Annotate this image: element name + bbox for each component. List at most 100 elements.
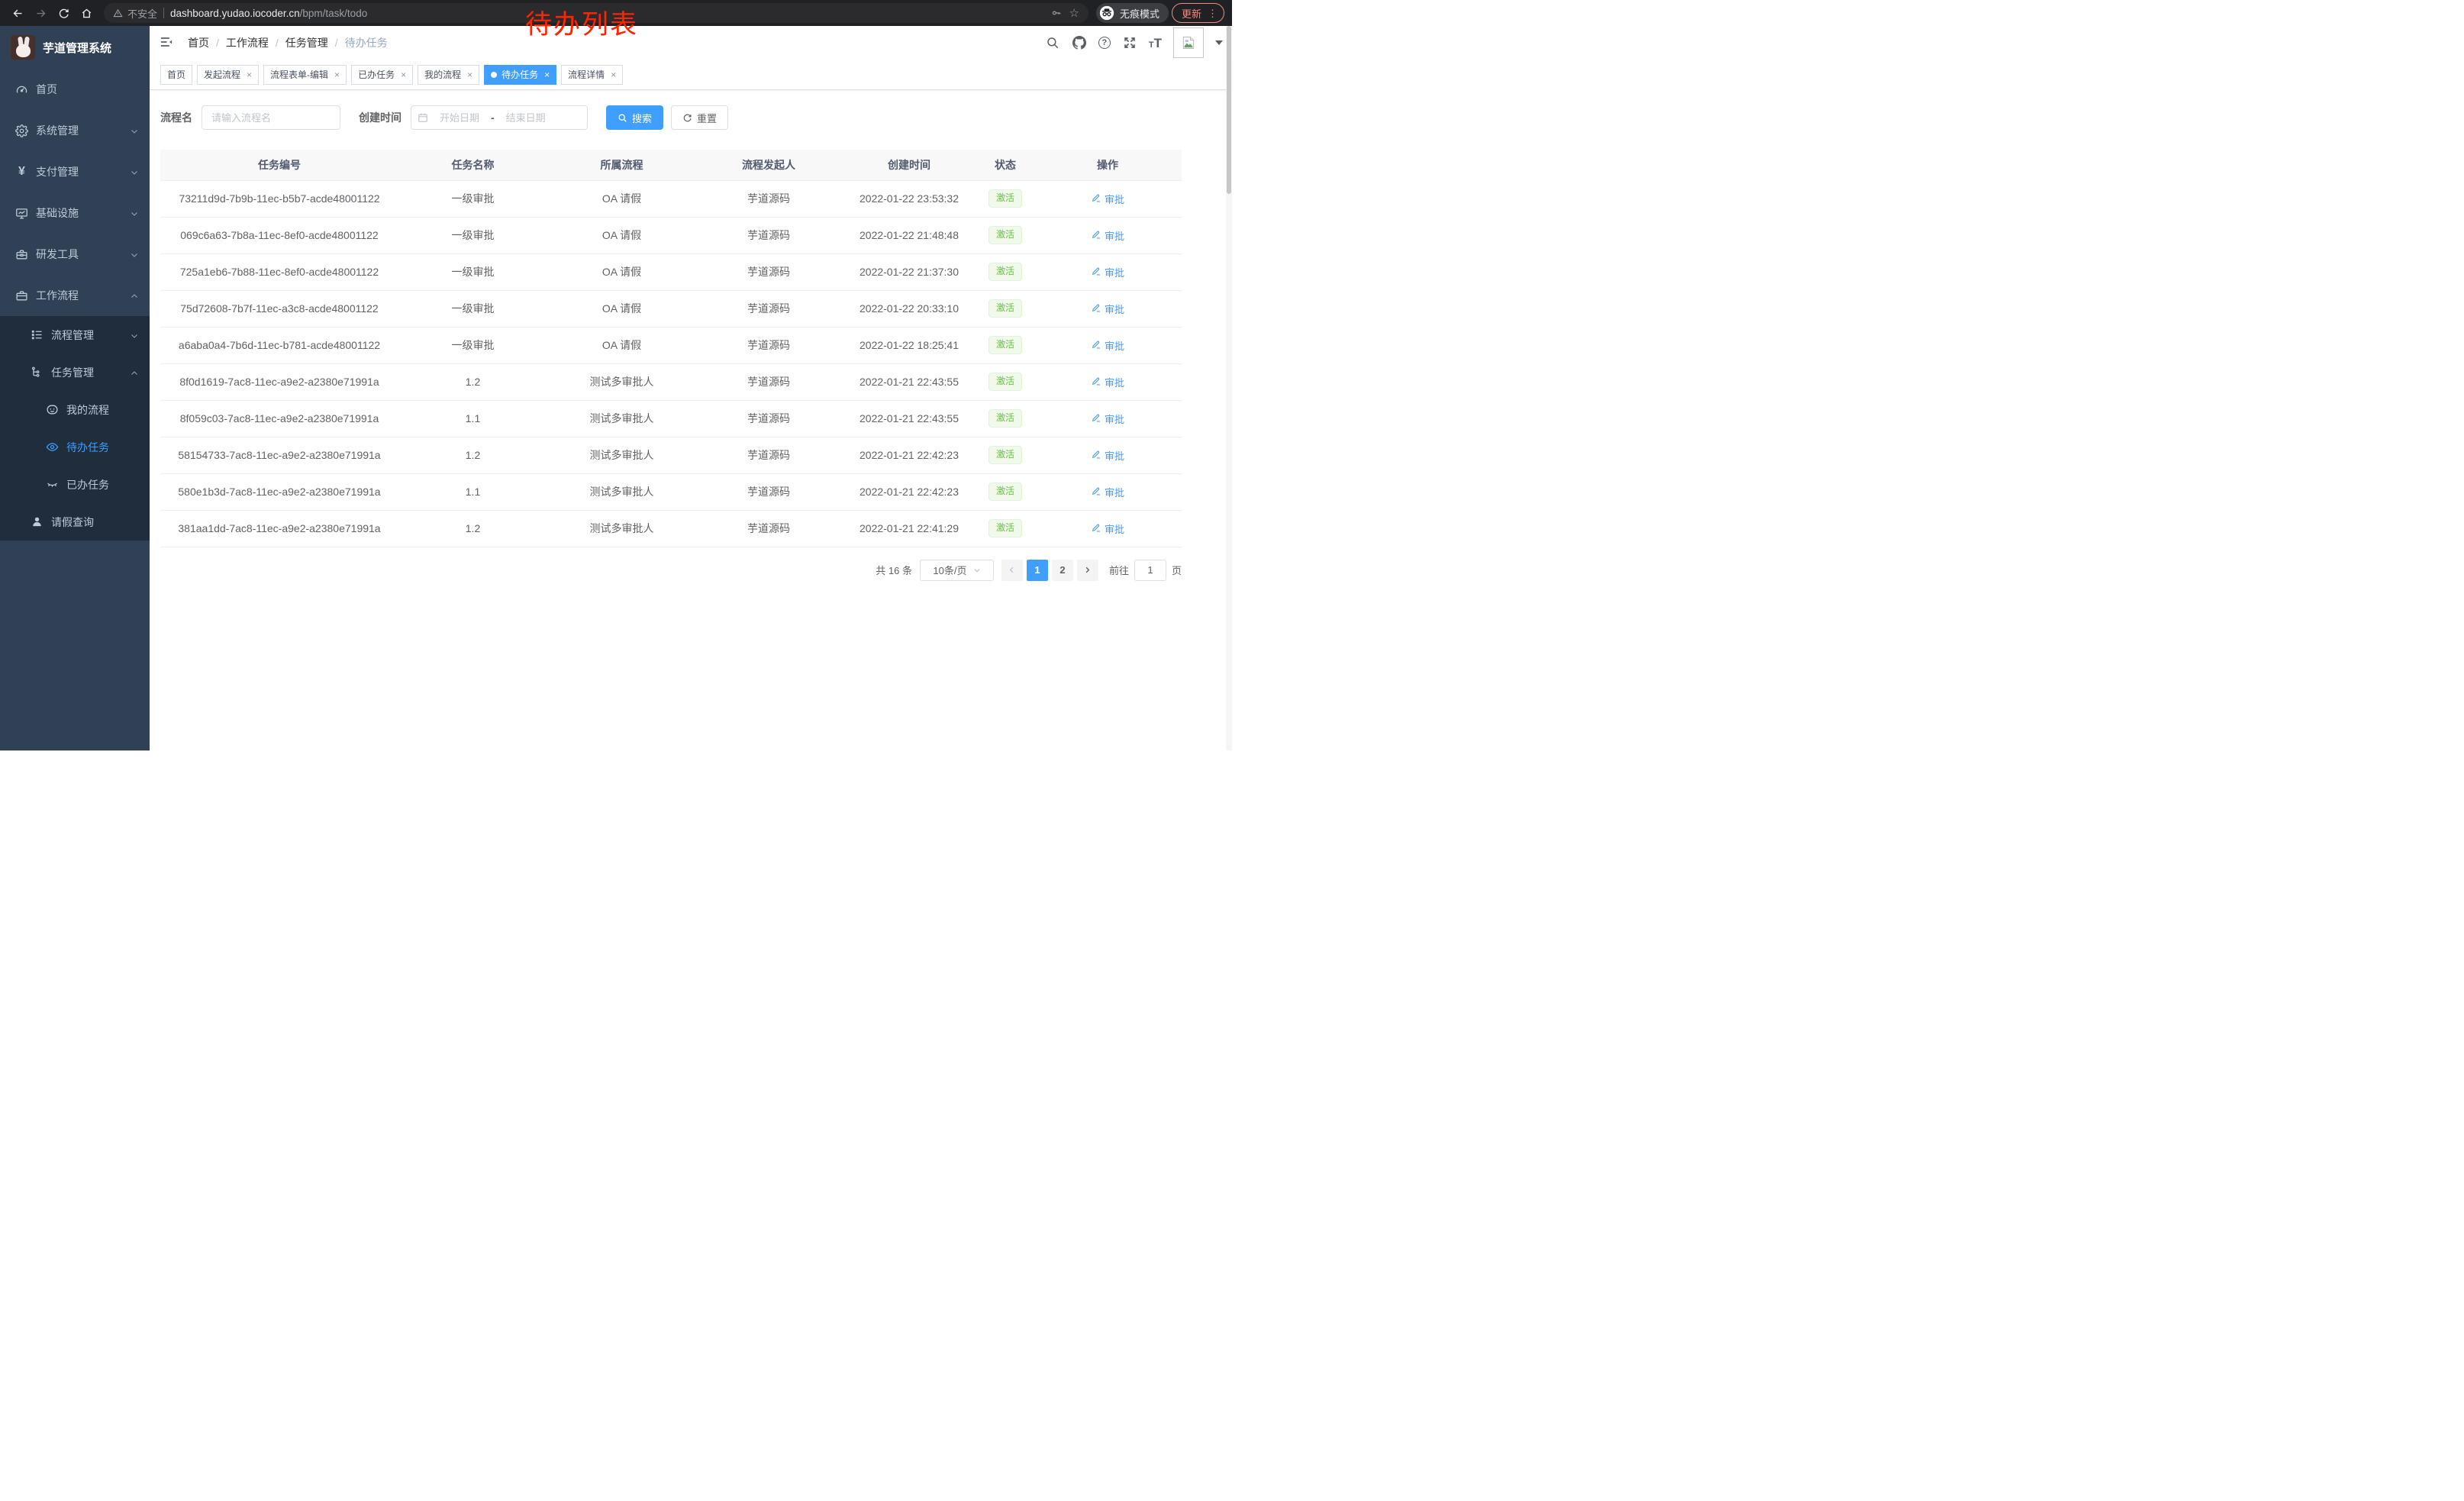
reset-button[interactable]: 重置 xyxy=(671,105,728,130)
chevron-down-icon xyxy=(130,250,139,259)
sidebar-item-infra[interactable]: 基础设施 xyxy=(0,192,150,234)
tab-todo-tasks[interactable]: 待办任务 × xyxy=(484,65,556,85)
action-cell: 审批 xyxy=(1034,473,1182,510)
status-badge: 激活 xyxy=(989,483,1022,501)
breadcrumb-item[interactable]: 工作流程 xyxy=(226,35,269,50)
approve-link[interactable]: 审批 xyxy=(1091,228,1124,243)
close-tab-icon[interactable]: × xyxy=(544,69,550,80)
tab-home[interactable]: 首页 xyxy=(160,65,192,85)
action-cell: 审批 xyxy=(1034,400,1182,437)
search-icon[interactable] xyxy=(1045,35,1060,50)
sidebar-item-done-tasks[interactable]: 已办任务 xyxy=(0,466,150,503)
help-icon[interactable]: ? xyxy=(1098,37,1111,49)
approve-link[interactable]: 审批 xyxy=(1091,375,1124,389)
sidebar-item-devtools[interactable]: 研发工具 xyxy=(0,234,150,275)
approve-link[interactable]: 审批 xyxy=(1091,412,1124,426)
page-scrollbar[interactable] xyxy=(1226,26,1232,750)
approve-link[interactable]: 审批 xyxy=(1091,521,1124,536)
breadcrumb-item[interactable]: 首页 xyxy=(188,35,209,50)
page-button-1[interactable]: 1 xyxy=(1027,560,1048,581)
sidebar-item-task-mgmt[interactable]: 任务管理 xyxy=(0,353,150,391)
page-size-select[interactable]: 10条/页 xyxy=(920,560,994,581)
sidebar-item-system[interactable]: 系统管理 xyxy=(0,110,150,151)
header-actions: ? TT xyxy=(1045,27,1223,58)
approve-link-label: 审批 xyxy=(1105,228,1124,243)
incognito-label: 无痕模式 xyxy=(1120,6,1159,21)
incognito-badge: 无痕模式 xyxy=(1096,3,1169,23)
table-row: 725a1eb6-7b88-11ec-8ef0-acde48001122一级审批… xyxy=(160,253,1182,290)
approve-link[interactable]: 审批 xyxy=(1091,192,1124,206)
end-date-input[interactable] xyxy=(499,112,553,124)
task-id-cell: 8f0d1619-7ac8-11ec-a9e2-a2380e71991a xyxy=(160,363,398,400)
page-button-2[interactable]: 2 xyxy=(1052,560,1073,581)
sidebar-item-payment[interactable]: ¥支付管理 xyxy=(0,151,150,192)
app-title: 芋道管理系统 xyxy=(43,40,111,56)
range-separator: - xyxy=(491,111,495,124)
back-icon[interactable] xyxy=(8,3,27,23)
created-time-cell: 2022-01-22 21:48:48 xyxy=(841,217,977,253)
forward-icon[interactable] xyxy=(31,3,50,23)
status-badge: 激活 xyxy=(989,189,1022,208)
prev-page-button[interactable] xyxy=(1001,560,1023,581)
table-row: 75d72608-7b7f-11ec-a3c8-acde48001122一级审批… xyxy=(160,290,1182,327)
task-id-cell: 381aa1dd-7ac8-11ec-a9e2-a2380e71991a xyxy=(160,510,398,547)
approve-link[interactable]: 审批 xyxy=(1091,448,1124,463)
task-id-cell: 58154733-7ac8-11ec-a9e2-a2380e71991a xyxy=(160,437,398,473)
next-page-button[interactable] xyxy=(1077,560,1098,581)
collapse-sidebar-icon[interactable] xyxy=(159,34,176,51)
tab-label: 已办任务 xyxy=(358,68,395,81)
tab-done-tasks[interactable]: 已办任务 × xyxy=(351,65,413,85)
page-size-value: 10条/页 xyxy=(933,563,966,577)
close-tab-icon[interactable]: × xyxy=(467,69,472,80)
search-button-label: 搜索 xyxy=(632,111,652,125)
table-row: 580e1b3d-7ac8-11ec-a9e2-a2380e71991a1.1测… xyxy=(160,473,1182,510)
breadcrumb-item[interactable]: 任务管理 xyxy=(285,35,328,50)
sidebar-item-todo-tasks[interactable]: 待办任务 xyxy=(0,428,150,466)
goto-page-input[interactable] xyxy=(1134,560,1166,581)
calendar-icon xyxy=(418,112,428,123)
date-range-picker[interactable]: - xyxy=(411,105,588,130)
sidebar-item-workflow[interactable]: 工作流程 xyxy=(0,275,150,316)
security-status[interactable]: 不安全 xyxy=(113,6,157,21)
tab-label: 待办任务 xyxy=(502,68,538,81)
approve-link[interactable]: 审批 xyxy=(1091,485,1124,499)
avatar-dropdown-icon[interactable] xyxy=(1215,40,1223,45)
approve-link[interactable]: 审批 xyxy=(1091,265,1124,279)
tab-process-detail[interactable]: 流程详情× xyxy=(561,65,623,85)
close-tab-icon[interactable]: × xyxy=(401,69,406,80)
app-logo[interactable]: 芋道管理系统 xyxy=(0,26,150,69)
close-tab-icon[interactable]: × xyxy=(611,69,616,80)
address-bar[interactable]: 不安全 dashboard.yudao.iocoder.cn/bpm/task/… xyxy=(104,3,1088,23)
sidebar-item-leave-query[interactable]: 请假查询 xyxy=(0,503,150,541)
home-icon[interactable] xyxy=(76,3,96,23)
tab-form-edit[interactable]: 流程表单-编辑× xyxy=(263,65,347,85)
approve-link[interactable]: 审批 xyxy=(1091,338,1124,353)
sidebar-item-process-mgmt[interactable]: 流程管理 xyxy=(0,316,150,353)
reload-icon[interactable] xyxy=(53,3,73,23)
process-name-input[interactable] xyxy=(202,105,340,130)
create-time-label: 创建时间 xyxy=(359,110,402,125)
tab-create-process[interactable]: 发起流程× xyxy=(197,65,259,85)
browser-update-button[interactable]: 更新 ⋮ xyxy=(1172,3,1224,23)
github-icon[interactable] xyxy=(1072,35,1087,50)
browser-menu-icon[interactable]: ⋮ xyxy=(1208,8,1217,18)
avatar[interactable] xyxy=(1173,27,1204,58)
approve-link[interactable]: 审批 xyxy=(1091,302,1124,316)
search-button[interactable]: 搜索 xyxy=(606,105,663,130)
close-tab-icon[interactable]: × xyxy=(334,69,340,80)
fullscreen-icon[interactable] xyxy=(1122,35,1137,50)
tab-my-process[interactable]: 我的流程× xyxy=(418,65,479,85)
close-tab-icon[interactable]: × xyxy=(247,69,252,80)
incognito-icon xyxy=(1099,5,1114,21)
action-cell: 审批 xyxy=(1034,437,1182,473)
process-cell: OA 请假 xyxy=(547,253,696,290)
update-label: 更新 xyxy=(1182,6,1201,21)
key-icon[interactable] xyxy=(1051,8,1062,18)
starter-cell: 芋道源码 xyxy=(696,437,841,473)
face-icon xyxy=(46,403,59,416)
sidebar-item-home[interactable]: 首页 xyxy=(0,69,150,110)
start-date-input[interactable] xyxy=(433,112,486,124)
sidebar-item-my-process[interactable]: 我的流程 xyxy=(0,391,150,428)
font-size-icon[interactable]: TT xyxy=(1149,37,1162,50)
bookmark-star-icon[interactable]: ☆ xyxy=(1069,8,1079,19)
